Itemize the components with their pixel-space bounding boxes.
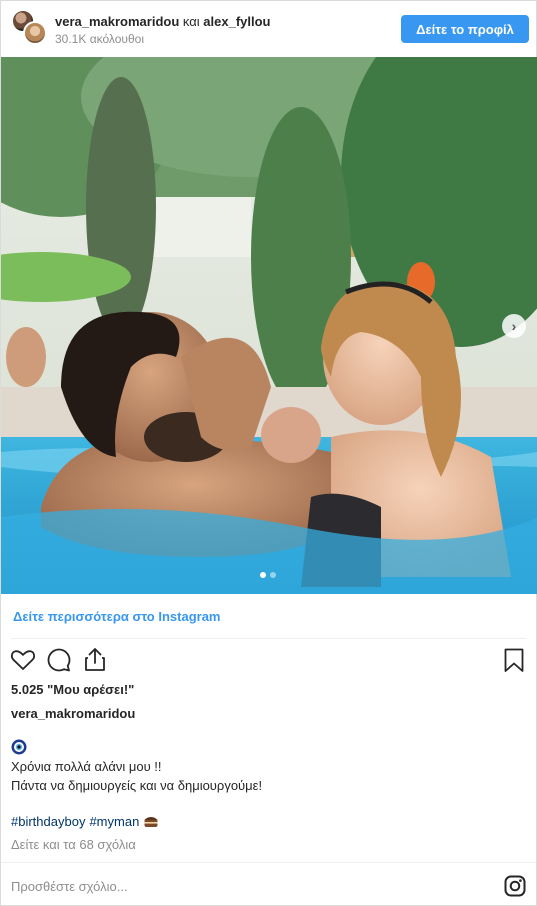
- likes-count[interactable]: 5.025 "Μου αρέσει!": [11, 682, 134, 697]
- view-more-on-instagram-link[interactable]: Δείτε περισσότερα στο Instagram: [13, 609, 221, 624]
- cake-emoji: [144, 817, 158, 827]
- share-icon[interactable]: [81, 646, 109, 674]
- caption-line: Χρόνια πολλά αλάνι μου !!: [11, 759, 162, 774]
- followers-count: 30.1K ακόλουθοι: [55, 32, 144, 46]
- carousel-dot-active: [260, 572, 266, 578]
- hashtag-link[interactable]: #birthdayboy: [11, 814, 85, 829]
- divider: [11, 638, 526, 639]
- carousel-indicator: [260, 572, 276, 578]
- add-comment-field[interactable]: Προσθέστε σχόλιο...: [11, 879, 128, 894]
- action-bar: [9, 646, 528, 674]
- hashtags: #birthdayboy #myman: [11, 813, 159, 829]
- coauthor-username[interactable]: alex_fyllou: [203, 14, 270, 29]
- hashtag-link[interactable]: #myman: [89, 814, 139, 829]
- caption-username[interactable]: vera_makromaridou: [11, 706, 135, 721]
- chevron-right-icon: ›: [511, 318, 517, 334]
- instagram-embed-card: vera_makromaridou και alex_fyllou 30.1K …: [0, 0, 537, 906]
- carousel-next-button[interactable]: ›: [502, 314, 526, 338]
- author-username[interactable]: vera_makromaridou: [55, 14, 179, 29]
- bookmark-icon[interactable]: [500, 646, 528, 674]
- author-connector: και: [182, 14, 200, 29]
- comment-icon[interactable]: [45, 646, 73, 674]
- post-header: vera_makromaridou και alex_fyllou 30.1K …: [1, 1, 537, 57]
- avatar-group[interactable]: [11, 9, 47, 45]
- avatar[interactable]: [23, 21, 47, 45]
- heart-icon[interactable]: [9, 646, 37, 674]
- view-all-comments-link[interactable]: Δείτε και τα 68 σχόλια: [11, 837, 136, 852]
- carousel-dot: [270, 572, 276, 578]
- instagram-logo-icon[interactable]: [504, 875, 526, 897]
- nazar-amulet-emoji: [11, 739, 27, 755]
- caption-line: Πάντα να δημιουργείς και να δημιουργούμε…: [11, 778, 263, 793]
- post-authors: vera_makromaridou και alex_fyllou: [55, 14, 270, 30]
- view-profile-button[interactable]: Δείτε το προφίλ: [401, 15, 529, 43]
- divider: [1, 862, 536, 863]
- pool-photo: [1, 57, 537, 594]
- post-image[interactable]: [1, 57, 537, 594]
